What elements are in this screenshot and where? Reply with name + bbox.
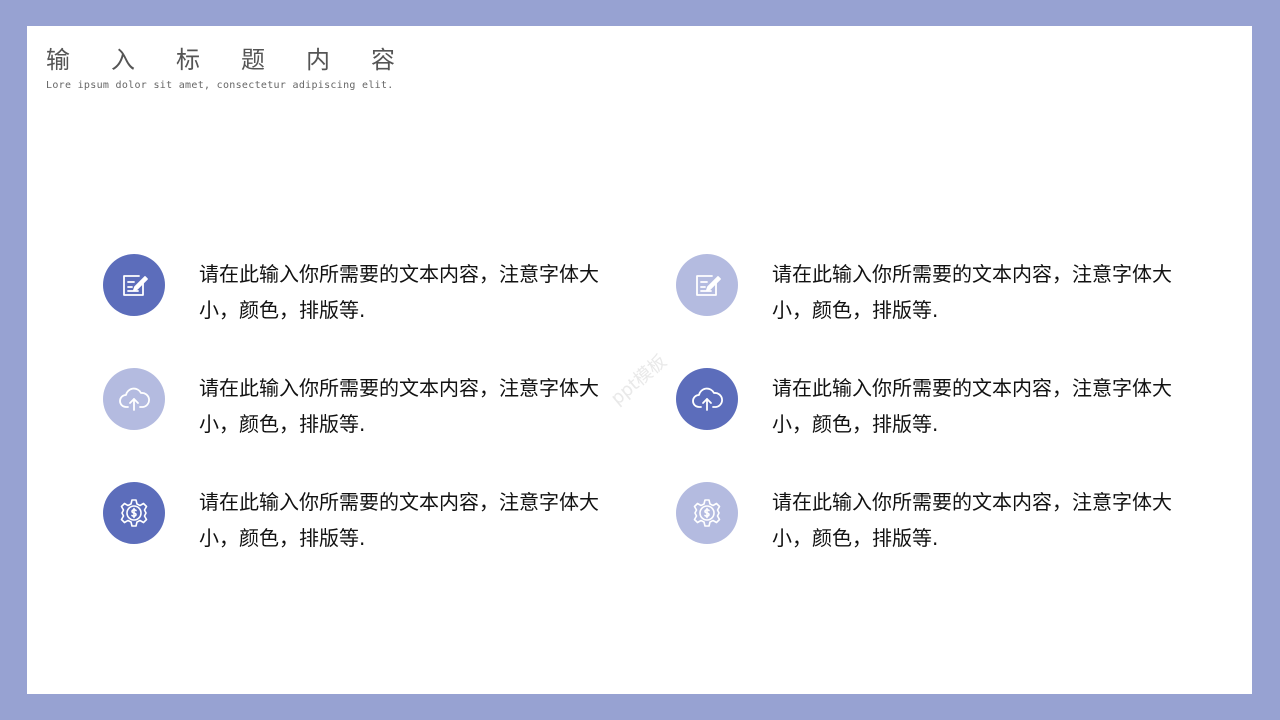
feature-item-3: 请在此输入你所需要的文本内容，注意字体大小，颜色，排版等. bbox=[103, 482, 603, 562]
feature-text: 请在此输入你所需要的文本内容，注意字体大小，颜色，排版等. bbox=[199, 262, 599, 322]
feature-text: 请在此输入你所需要的文本内容，注意字体大小，颜色，排版等. bbox=[772, 376, 1172, 436]
page-subtitle: Lore ipsum dolor sit amet, consectetur a… bbox=[46, 80, 394, 91]
page-title: 输入标题内容 bbox=[46, 46, 436, 74]
feature-item-1: 请在此输入你所需要的文本内容，注意字体大小，颜色，排版等. bbox=[103, 254, 603, 334]
feature-text: 请在此输入你所需要的文本内容，注意字体大小，颜色，排版等. bbox=[199, 490, 599, 550]
feature-item-4: 请在此输入你所需要的文本内容，注意字体大小，颜色，排版等. bbox=[676, 254, 1176, 334]
gear-dollar-icon bbox=[676, 482, 738, 544]
feature-text: 请在此输入你所需要的文本内容，注意字体大小，颜色，排版等. bbox=[772, 262, 1172, 322]
cloud-upload-icon bbox=[676, 368, 738, 430]
feature-text: 请在此输入你所需要的文本内容，注意字体大小，颜色，排版等. bbox=[772, 490, 1172, 550]
note-edit-icon bbox=[103, 254, 165, 316]
watermark: ppt模板 bbox=[606, 350, 671, 410]
feature-item-5: 请在此输入你所需要的文本内容，注意字体大小，颜色，排版等. bbox=[676, 368, 1176, 448]
note-edit-icon bbox=[676, 254, 738, 316]
cloud-upload-icon bbox=[103, 368, 165, 430]
feature-item-6: 请在此输入你所需要的文本内容，注意字体大小，颜色，排版等. bbox=[676, 482, 1176, 562]
feature-text: 请在此输入你所需要的文本内容，注意字体大小，颜色，排版等. bbox=[199, 376, 599, 436]
slide-canvas: 输入标题内容 Lore ipsum dolor sit amet, consec… bbox=[27, 26, 1252, 694]
gear-dollar-icon bbox=[103, 482, 165, 544]
feature-item-2: 请在此输入你所需要的文本内容，注意字体大小，颜色，排版等. bbox=[103, 368, 603, 448]
